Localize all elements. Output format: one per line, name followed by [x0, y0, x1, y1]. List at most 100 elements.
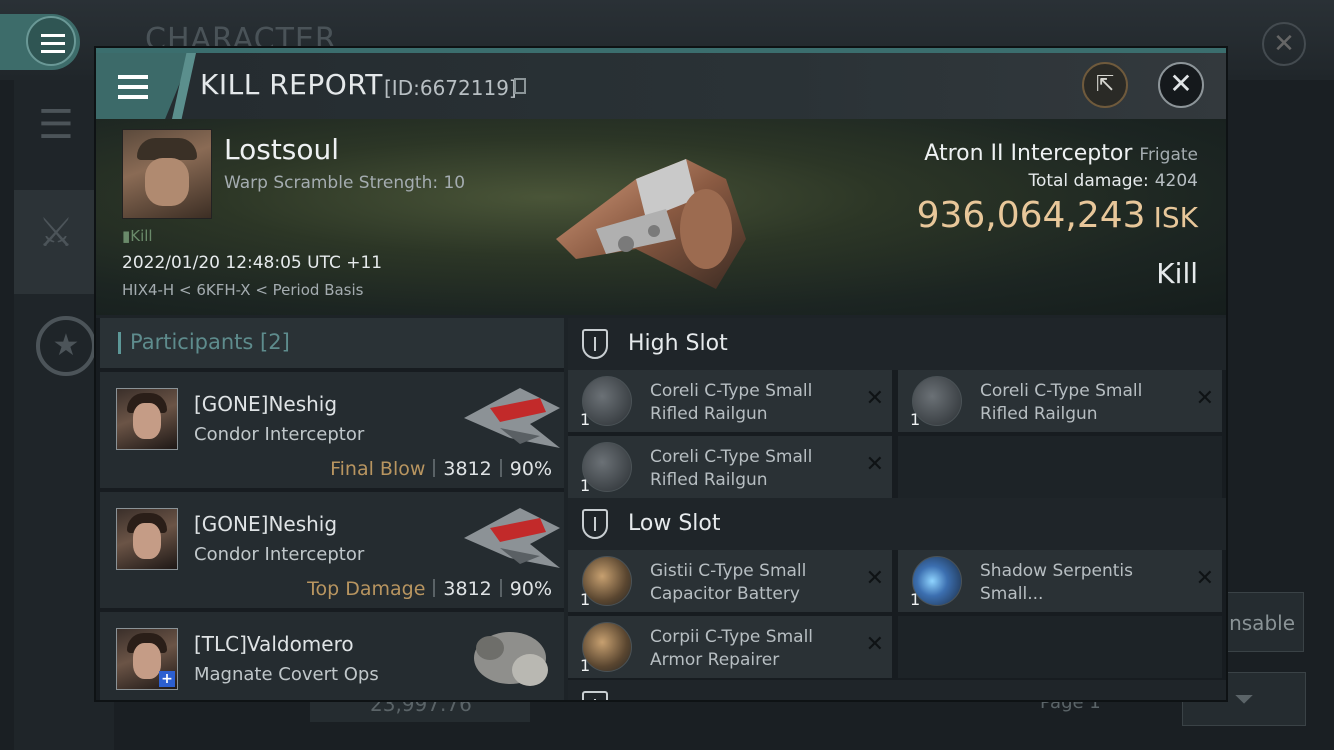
total-damage-value: 4204 — [1154, 171, 1198, 191]
x-icon[interactable]: ✕ — [866, 632, 884, 657]
participant-name[interactable]: [GONE]Neshig — [194, 512, 337, 536]
avatar[interactable] — [116, 508, 178, 570]
participants-header: Participants [2] — [100, 318, 564, 368]
participant-row[interactable]: [GONE]Neshig Condor Interceptor Final Bl… — [100, 372, 564, 488]
item-quantity: 1 — [910, 410, 921, 429]
item-name: Gistii C-Type Small Capacitor Battery — [650, 561, 807, 604]
total-damage: Total damage: 4204 — [1028, 171, 1198, 191]
fitting-item[interactable]: 1 Coreli C-Type Small Rifled Railgun ✕ — [568, 436, 892, 498]
participants-title: Participants [2] — [130, 330, 290, 354]
isk-amount: 936,064,243 — [916, 195, 1146, 236]
fitting-item[interactable]: 1 Coreli C-Type Small Rifled Railgun ✕ — [568, 370, 892, 432]
background-close-icon[interactable]: ✕ — [1262, 22, 1306, 66]
avatar[interactable] — [116, 388, 178, 450]
external-link-icon[interactable]: ⇱ — [1082, 62, 1128, 108]
participant-stats: Final Blow 3812 90% — [330, 458, 552, 480]
participant-name[interactable]: [TLC]Valdomero — [194, 632, 354, 656]
avatar[interactable]: + — [116, 628, 178, 690]
participant-stats: Top Damage 3812 90% — [307, 578, 552, 600]
item-quantity: 1 — [580, 410, 591, 429]
avatar-face — [133, 523, 161, 559]
item-name: Coreli C-Type Small Rifled Railgun — [980, 381, 1143, 424]
copy-icon[interactable] — [514, 78, 526, 94]
isk-value: 936,064,243 ISK — [917, 195, 1198, 236]
item-name: Coreli C-Type Small Rifled Railgun — [650, 381, 813, 424]
victim-name[interactable]: Lostsoul — [224, 133, 339, 166]
victim-hero: Lostsoul Warp Scramble Strength: 10 ▮Kil… — [96, 119, 1226, 315]
victim-ship-image[interactable] — [536, 129, 776, 299]
x-icon[interactable]: ✕ — [1196, 566, 1214, 591]
close-icon[interactable]: ✕ — [1158, 62, 1204, 108]
stat-divider — [433, 579, 436, 597]
victim-kill-tag: ▮Kill — [122, 227, 153, 245]
x-icon[interactable]: ✕ — [1196, 386, 1214, 411]
stat-divider — [433, 459, 436, 477]
item-name: Shadow Serpentis Small... — [980, 561, 1133, 604]
victim-subtitle: Warp Scramble Strength: 10 — [224, 173, 466, 193]
empty-fitting-slot — [898, 436, 1222, 498]
victim-kill-tag-label: Kill — [130, 227, 153, 245]
participant-ship: Magnate Covert Ops — [194, 664, 379, 685]
fitting-item[interactable]: 1 Coreli C-Type Small Rifled Railgun ✕ — [898, 370, 1222, 432]
background-menu-circle — [26, 16, 76, 66]
low-slot-title: Low Slot — [628, 511, 721, 536]
participant-row[interactable]: [GONE]Neshig Condor Interceptor Top Dama… — [100, 492, 564, 608]
avatar-face — [133, 643, 161, 679]
participant-label: Top Damage — [307, 578, 426, 600]
item-quantity: 1 — [580, 590, 591, 609]
participant-name[interactable]: [GONE]Neshig — [194, 392, 337, 416]
isk-unit: ISK — [1153, 201, 1198, 234]
kill-type: Kill — [1156, 257, 1198, 290]
star-icon[interactable]: ★ — [36, 316, 96, 376]
kill-id: [ID:6672119] — [384, 76, 517, 100]
fittings-panel: High Slot 1 Coreli C-Type Small Rifled R… — [568, 318, 1226, 700]
participant-label: Final Blow — [330, 458, 426, 480]
high-slot-icon — [582, 329, 608, 359]
participant-row[interactable]: + [TLC]Valdomero Magnate Covert Ops — [100, 612, 564, 700]
kill-location[interactable]: HIX4-H < 6KFH-X < Period Basis — [122, 281, 363, 299]
victim-ship-class: Frigate — [1139, 145, 1198, 165]
participant-ship: Condor Interceptor — [194, 544, 365, 565]
high-slot-header: High Slot — [568, 318, 1226, 370]
page-title: KILL REPORT — [200, 68, 383, 101]
stat-divider — [499, 459, 502, 477]
participants-title-label: Participants — [130, 330, 254, 354]
participant-ship-image[interactable] — [460, 498, 564, 578]
menu-icon — [118, 75, 148, 105]
item-quantity: 1 — [910, 590, 921, 609]
background-menu-button[interactable] — [0, 14, 80, 70]
fitting-item[interactable]: 1 Shadow Serpentis Small... ✕ — [898, 550, 1222, 612]
participant-percent: 90% — [509, 458, 552, 480]
x-icon[interactable]: ✕ — [866, 386, 884, 411]
participant-damage: 3812 — [443, 578, 492, 600]
x-icon[interactable]: ✕ — [866, 452, 884, 477]
kill-report-modal: KILL REPORT [ID:6672119] ⇱ ✕ Lostsoul Wa… — [96, 48, 1226, 700]
avatar-face — [133, 403, 161, 439]
mid-slot-header-partial — [568, 680, 1226, 700]
fitting-item[interactable]: 1 Gistii C-Type Small Capacitor Battery … — [568, 550, 892, 612]
high-slot-title: High Slot — [628, 331, 728, 356]
victim-portrait[interactable] — [122, 129, 212, 219]
portrait-face — [145, 158, 189, 206]
x-icon[interactable]: ✕ — [866, 566, 884, 591]
menu-icon — [41, 34, 65, 58]
participants-count: [2] — [260, 330, 290, 354]
participant-damage: 3812 — [443, 458, 492, 480]
plus-icon: + — [159, 671, 175, 687]
item-quantity: 1 — [580, 656, 591, 675]
swords-icon[interactable]: ⚔ — [38, 210, 74, 256]
kill-datetime: 2022/01/20 12:48:05 UTC +11 — [122, 253, 383, 273]
list-icon[interactable]: ☰ — [38, 102, 74, 148]
participant-ship-image[interactable] — [460, 378, 564, 458]
portrait-cap — [137, 138, 197, 160]
participants-panel: Participants [2] [GONE]Neshig Condor Int… — [96, 318, 564, 700]
fitting-item[interactable]: 1 Corpii C-Type Small Armor Repairer ✕ — [568, 616, 892, 678]
participant-percent: 90% — [509, 578, 552, 600]
item-name: Coreli C-Type Small Rifled Railgun — [650, 447, 813, 490]
victim-ship-label[interactable]: Atron II Interceptor — [924, 141, 1132, 166]
item-quantity: 1 — [580, 476, 591, 495]
participant-ship-image[interactable] — [460, 618, 564, 698]
empty-fitting-slot — [898, 616, 1222, 678]
participant-ship: Condor Interceptor — [194, 424, 365, 445]
item-name: Corpii C-Type Small Armor Repairer — [650, 627, 814, 670]
